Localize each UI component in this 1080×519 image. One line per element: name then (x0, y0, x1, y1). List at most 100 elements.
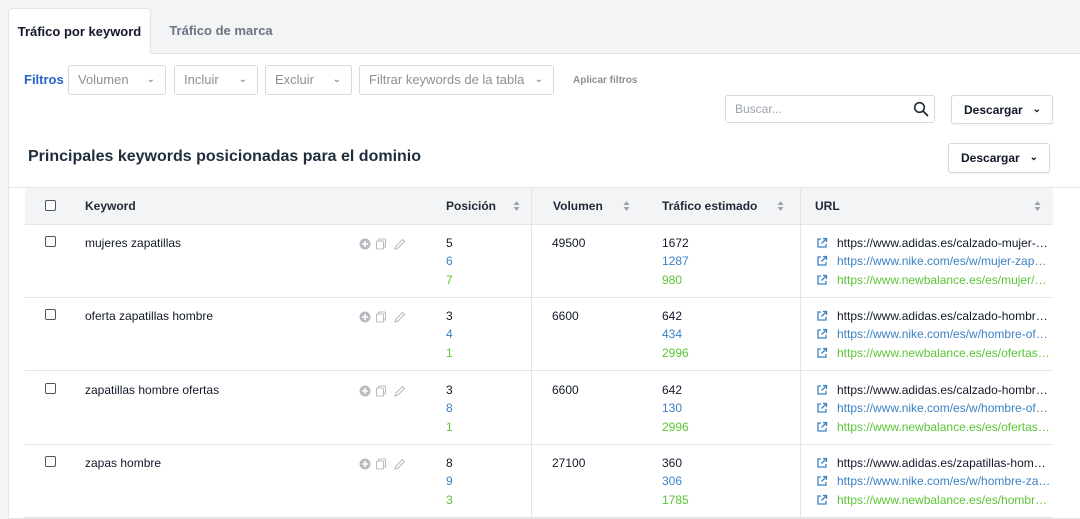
position-value: 1 (446, 345, 453, 360)
url-text[interactable]: https://www.newbalance.es/es/ofertas/hom… (837, 346, 1051, 360)
column-url[interactable]: URL (815, 188, 840, 225)
traffic-value: 1785 (662, 492, 689, 507)
url-link[interactable]: https://www.nike.com/es/w/hombre-ofertas… (815, 325, 1051, 343)
url-text[interactable]: https://www.nike.com/es/w/hombre-ofertas… (837, 401, 1051, 415)
url-text[interactable]: https://www.nike.com/es/w/hombre-zapatil… (837, 474, 1051, 488)
include-filter-select[interactable]: Incluir ⌄ (174, 65, 258, 95)
download-label: Descargar (961, 151, 1020, 165)
url-link[interactable]: https://www.adidas.es/calzado-hombre-ofe… (815, 307, 1051, 325)
position-value: 6 (446, 254, 453, 269)
keyword-cell: oferta zapatillas hombre (85, 309, 214, 323)
download-button-top[interactable]: Descargar ⌄ (951, 95, 1053, 124)
volume-filter-value: Volumen (78, 72, 129, 87)
url-link[interactable]: https://www.nike.com/es/w/hombre-ofertas… (815, 399, 1051, 417)
position-value: 3 (446, 492, 453, 507)
url-cell: https://www.adidas.es/zapatillas-hombre h… (815, 454, 1051, 509)
url-text[interactable]: https://www.newbalance.es/es/ofertas/hom… (837, 420, 1051, 434)
traffic-value: 2996 (662, 419, 689, 434)
traffic-cell: 642 434 2996 (662, 307, 689, 362)
url-text[interactable]: https://www.newbalance.es/es/mujer/zapat… (837, 273, 1051, 287)
column-keyword[interactable]: Keyword (85, 188, 136, 225)
url-text[interactable]: https://www.adidas.es/calzado-mujer-zapa… (837, 236, 1051, 250)
column-traffic[interactable]: Tráfico estimado (662, 188, 757, 225)
exclude-filter-select[interactable]: Excluir ⌄ (265, 65, 352, 95)
traffic-value: 306 (662, 474, 683, 489)
sort-icon[interactable] (1034, 200, 1041, 212)
row-checkbox[interactable] (45, 456, 56, 467)
sort-icon[interactable] (777, 200, 784, 212)
position-cell: 3 8 1 (446, 381, 453, 436)
add-icon[interactable] (359, 385, 371, 397)
search-input[interactable] (725, 95, 935, 123)
row-actions (359, 238, 409, 252)
sort-icon[interactable] (623, 200, 630, 212)
traffic-value: 642 (662, 309, 683, 323)
edit-icon[interactable] (393, 458, 406, 471)
copy-icon[interactable] (375, 238, 387, 250)
add-icon[interactable] (359, 458, 371, 470)
position-value: 5 (446, 236, 453, 250)
row-checkbox[interactable] (45, 236, 56, 247)
traffic-cell: 1672 1287 980 (662, 234, 689, 289)
volume-filter-select[interactable]: Volumen ⌄ (68, 65, 166, 95)
traffic-value: 1287 (662, 254, 689, 269)
tab-trafico-de-marca[interactable]: Tráfico de marca (151, 8, 291, 54)
tab-trafico-por-keyword[interactable]: Tráfico por keyword (8, 8, 151, 54)
url-link[interactable]: https://www.nike.com/es/w/hombre-zapatil… (815, 472, 1051, 490)
url-cell: https://www.adidas.es/calzado-mujer-zapa… (815, 234, 1051, 289)
edit-icon[interactable] (393, 238, 406, 251)
keyword-filter-select[interactable]: Filtrar keywords de la tabla ⌄ (359, 65, 554, 95)
select-all-checkbox[interactable] (45, 200, 56, 211)
traffic-value: 980 (662, 272, 683, 287)
url-cell: https://www.adidas.es/calzado-hombre-ofe… (815, 381, 1051, 436)
edit-icon[interactable] (393, 311, 406, 324)
keyword-cell: zapatillas hombre ofertas (85, 383, 220, 397)
chevron-down-icon: ⌄ (1029, 152, 1038, 163)
url-text[interactable]: https://www.adidas.es/calzado-hombre-ofe… (837, 309, 1051, 323)
url-text[interactable]: https://www.adidas.es/calzado-hombre-ofe… (837, 383, 1051, 397)
position-cell: 8 9 3 (446, 454, 453, 509)
add-icon[interactable] (359, 238, 371, 250)
row-actions (359, 311, 409, 325)
url-text[interactable]: https://www.adidas.es/zapatillas-hombre (837, 456, 1051, 470)
url-link[interactable]: https://www.newbalance.es/es/hombre/zapa… (815, 491, 1051, 509)
url-link[interactable]: https://www.adidas.es/calzado-hombre-ofe… (815, 381, 1051, 399)
keyword-cell: zapas hombre (85, 456, 162, 470)
exclude-filter-value: Excluir (275, 72, 315, 87)
volume-cell: 27100 (552, 456, 586, 470)
row-checkbox[interactable] (45, 309, 56, 320)
volume-cell: 6600 (552, 383, 579, 397)
copy-icon[interactable] (375, 458, 387, 470)
apply-filters-button[interactable]: Aplicar filtros (573, 75, 637, 86)
chevron-down-icon: ⌄ (534, 74, 543, 85)
add-icon[interactable] (359, 311, 371, 323)
copy-icon[interactable] (375, 311, 387, 323)
position-value: 9 (446, 474, 453, 489)
table-row: mujeres zapatillas 5 6 7 49500 1672 1287 980 htt… (25, 225, 1053, 298)
copy-icon[interactable] (375, 385, 387, 397)
keyword-cell: mujeres zapatillas (85, 236, 182, 250)
url-link[interactable]: https://www.newbalance.es/es/ofertas/hom… (815, 418, 1051, 436)
row-actions (359, 458, 409, 472)
traffic-value: 130 (662, 401, 683, 416)
column-position[interactable]: Posición (446, 188, 496, 225)
url-text[interactable]: https://www.nike.com/es/w/hombre-ofertas… (837, 327, 1051, 341)
traffic-cell: 642 130 2996 (662, 381, 689, 436)
url-link[interactable]: https://www.adidas.es/calzado-mujer-zapa… (815, 234, 1051, 252)
position-value: 1 (446, 419, 453, 434)
url-text[interactable]: https://www.newbalance.es/es/hombre/zapa… (837, 493, 1051, 507)
url-text[interactable]: https://www.nike.com/es/w/mujer-zapatill… (837, 254, 1051, 268)
search-icon[interactable] (913, 101, 929, 117)
edit-icon[interactable] (393, 385, 406, 398)
download-button-section[interactable]: Descargar ⌄ (948, 143, 1050, 173)
position-value: 8 (446, 401, 453, 416)
row-checkbox[interactable] (45, 383, 56, 394)
url-link[interactable]: https://www.newbalance.es/es/ofertas/hom… (815, 344, 1051, 362)
url-link[interactable]: https://www.nike.com/es/w/mujer-zapatill… (815, 252, 1051, 270)
sort-icon[interactable] (513, 200, 520, 212)
url-link[interactable]: https://www.newbalance.es/es/mujer/zapat… (815, 271, 1051, 289)
url-link[interactable]: https://www.adidas.es/zapatillas-hombre (815, 454, 1051, 472)
column-volume[interactable]: Volumen (553, 188, 603, 225)
row-actions (359, 385, 409, 399)
table-row: zapatillas hombre ofertas 3 8 1 6600 642 130 29… (25, 372, 1053, 445)
